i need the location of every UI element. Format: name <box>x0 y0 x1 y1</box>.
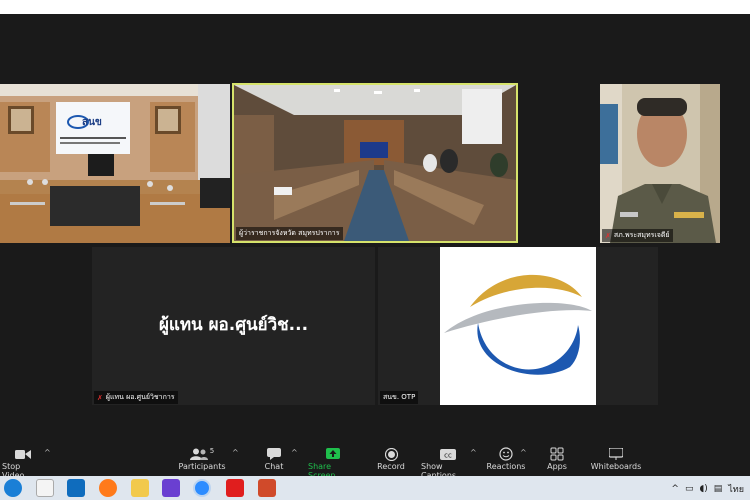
reactions-options-caret[interactable]: ^ <box>520 448 527 457</box>
language-indicator[interactable]: ไทย <box>728 482 744 496</box>
record-label: Record <box>377 462 405 471</box>
powerpoint-icon[interactable] <box>258 479 276 497</box>
whiteboards-label: Whiteboards <box>590 462 642 471</box>
meeting-room-video <box>0 84 230 243</box>
participant-name: ผู้แทน ผอ.ศูนย์วิชาการ <box>105 393 175 401</box>
participants-label: Participants <box>178 462 226 471</box>
title-bar <box>0 0 750 14</box>
keyboard-icon[interactable]: ▤ <box>714 484 723 494</box>
participant-name: สนข. OTP <box>383 393 416 401</box>
participant-name: สภ.พระสมุทรเจดีย์ <box>613 231 670 239</box>
participant-name-tag: ✗ สภ.พระสมุทรเจดีย์ <box>602 229 673 242</box>
video-tile-officer[interactable]: ✗ สภ.พระสมุทรเจดีย์ <box>600 84 720 243</box>
share-screen-button[interactable]: Share Screen <box>308 446 358 480</box>
record-icon <box>384 447 398 461</box>
volume-icon[interactable]: ◖) <box>699 484 707 494</box>
edge-icon[interactable] <box>4 479 22 497</box>
chat-label: Chat <box>264 462 284 471</box>
mic-muted-icon: ✗ <box>97 393 103 402</box>
meeting-toolbar: Stop Video ^ 5 Participants ^ Chat ^ Sha… <box>0 446 750 480</box>
apps-icon <box>550 447 564 461</box>
stop-video-button[interactable]: Stop Video <box>2 446 44 480</box>
reactions-label: Reactions <box>486 462 526 471</box>
svg-text:cc: cc <box>444 451 452 459</box>
chat-options-caret[interactable]: ^ <box>291 448 298 457</box>
reactions-icon <box>499 447 513 461</box>
participants-icon <box>189 448 208 460</box>
video-camera-icon <box>15 449 31 459</box>
conference-room-video <box>234 85 516 241</box>
whiteboard-icon <box>609 448 623 460</box>
zoom-app-icon[interactable] <box>193 479 211 497</box>
record-button[interactable]: Record <box>376 446 406 471</box>
windows-taskbar: ^ ▭ ◖) ▤ ไทย <box>0 476 750 500</box>
video-tile-otp[interactable]: สนข. OTP <box>378 247 658 405</box>
participant-name-tag: สนข. OTP <box>380 391 419 404</box>
captions-icon: cc <box>440 448 456 460</box>
mail-icon[interactable] <box>67 479 85 497</box>
apps-button[interactable]: Apps <box>545 446 569 471</box>
store-icon[interactable] <box>36 479 54 497</box>
show-captions-button[interactable]: cc Show Captions <box>421 446 475 480</box>
participant-name-tag: ผู้ว่าราชการจังหวัด สมุทรปราการ <box>236 227 343 240</box>
mic-muted-icon: ✗ <box>605 231 611 240</box>
system-tray: ^ ▭ ◖) ▤ ไทย <box>671 482 744 496</box>
chat-button[interactable]: Chat <box>262 446 286 471</box>
sign-title: สนข <box>82 117 102 128</box>
video-options-caret[interactable]: ^ <box>44 448 51 457</box>
whiteboards-button[interactable]: Whiteboards <box>590 446 642 471</box>
apps-label: Apps <box>547 462 567 471</box>
tray-chevron-icon[interactable]: ^ <box>671 484 679 494</box>
captions-options-caret[interactable]: ^ <box>470 448 477 457</box>
participant-display-name: ผู้แทน ผอ.ศูนย์วิช... <box>158 315 309 335</box>
video-tile-meeting-room[interactable]: สนข <box>0 84 230 243</box>
participants-button[interactable]: 5 Participants <box>178 446 226 471</box>
file-explorer-icon[interactable] <box>131 479 149 497</box>
video-tile-representative[interactable]: ผู้แทน ผอ.ศูนย์วิช... ✗ ผู้แทน ผอ.ศูนย์ว… <box>92 247 375 405</box>
acrobat-icon[interactable] <box>226 479 244 497</box>
video-tile-conference-room[interactable]: ผู้ว่าราชการจังหวัด สมุทรปราการ <box>232 83 518 243</box>
otp-logo <box>444 274 592 375</box>
participants-options-caret[interactable]: ^ <box>232 448 239 457</box>
firefox-icon[interactable] <box>99 479 117 497</box>
participants-count: 5 <box>209 447 215 455</box>
otp-logo-panel <box>440 247 596 405</box>
app-icon[interactable] <box>162 479 180 497</box>
officer-video <box>600 84 720 243</box>
participant-name-tag: ✗ ผู้แทน ผอ.ศูนย์วิชาการ <box>94 391 178 404</box>
chat-icon <box>267 448 281 460</box>
participant-name: ผู้ว่าราชการจังหวัด สมุทรปราการ <box>239 229 340 237</box>
share-screen-icon <box>326 448 340 459</box>
network-icon[interactable]: ▭ <box>685 484 694 494</box>
